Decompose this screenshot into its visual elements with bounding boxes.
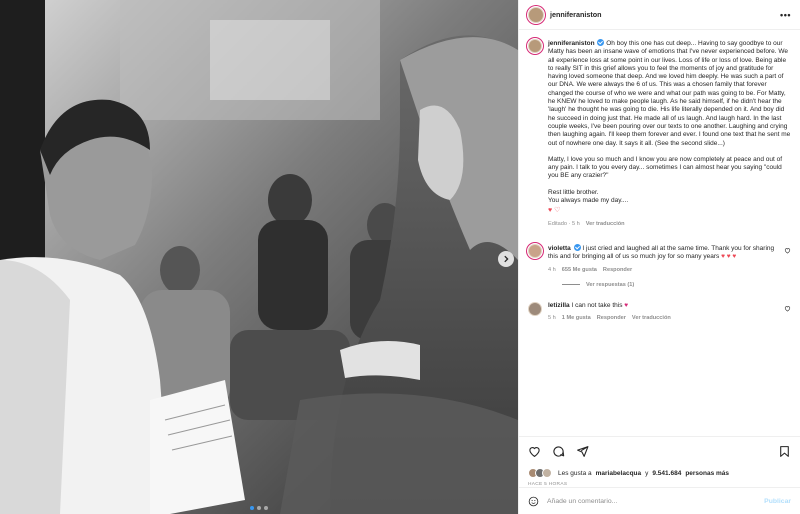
likes-prefix: Les gusta a xyxy=(558,469,592,477)
comment-avatar[interactable] xyxy=(528,301,542,316)
comment-avatar[interactable] xyxy=(528,243,542,258)
slide-dot-active xyxy=(250,506,254,510)
comment-time: 5 h xyxy=(548,315,556,322)
caption-avatar[interactable] xyxy=(528,39,542,53)
more-icon[interactable]: ••• xyxy=(780,10,791,20)
post-header: jenniferaniston ••• xyxy=(519,0,800,30)
comment-text: I just cried and laughed all at the same… xyxy=(548,244,775,261)
liker-username[interactable]: mariabelacqua xyxy=(596,470,642,477)
caption-paragraph-1: Oh boy this one has cut deep... Having t… xyxy=(548,40,791,147)
post-photo[interactable] xyxy=(0,0,518,514)
post-footer: Les gusta a mariabelacqua y 9.541.684 pe… xyxy=(519,436,800,487)
heart-icon[interactable] xyxy=(528,445,541,458)
next-slide-button[interactable] xyxy=(498,251,514,267)
likes-count[interactable]: 9.541.684 xyxy=(652,470,681,477)
caption-hearts: ♥ ♡ xyxy=(548,207,561,215)
comment-meta: 4 h 655 Me gusta Responder xyxy=(548,266,779,274)
comment-emoji: ♥ ♥ ♥ xyxy=(721,253,737,261)
caption-paragraph-2: Matty, I love you so much and I know you… xyxy=(548,155,783,180)
view-replies-label[interactable]: Ver respuestas (1) xyxy=(586,282,634,288)
action-bar xyxy=(528,443,791,459)
comment-likes[interactable]: 655 Me gusta xyxy=(562,266,597,274)
translate-link[interactable]: Ver traducción xyxy=(632,314,671,322)
comment-item: violetta I just cried and laughed all at… xyxy=(528,243,791,274)
reply-button[interactable]: Responder xyxy=(597,314,626,322)
liker-avatar xyxy=(542,468,552,478)
slide-dot xyxy=(264,506,268,510)
replies-line xyxy=(562,284,580,286)
likes-summary: Les gusta a mariabelacqua y 9.541.684 pe… xyxy=(528,468,791,478)
comment-emoji: ♥ xyxy=(624,301,629,309)
publish-button[interactable]: Publicar xyxy=(764,498,791,505)
slide-dot xyxy=(257,506,261,510)
author-username[interactable]: jenniferaniston xyxy=(550,10,780,19)
verified-icon xyxy=(573,243,581,251)
slide-indicator xyxy=(0,506,518,510)
caption-paragraph-3b: You always made my day.... xyxy=(548,197,629,205)
comment-item: letizilla I can not take this ♥ 5 h 1 Me… xyxy=(528,301,791,323)
view-replies[interactable]: Ver respuestas (1) xyxy=(562,282,791,288)
translate-link[interactable]: Ver traducción xyxy=(586,220,625,228)
comments-area[interactable]: jenniferaniston Oh boy this one has cut … xyxy=(519,31,800,436)
next-arrow-icon xyxy=(504,255,509,263)
likes-suffix[interactable]: personas más xyxy=(685,470,729,477)
caption-username[interactable]: jenniferaniston xyxy=(548,40,595,47)
comment-username[interactable]: violetta xyxy=(548,245,571,252)
comment-username[interactable]: letizilla xyxy=(548,302,570,309)
comment-like-heart-icon[interactable] xyxy=(784,305,791,312)
comment-text: I can not take this xyxy=(571,301,623,309)
add-comment-bar: Publicar xyxy=(519,487,800,514)
caption-paragraph-3a: Rest little brother. xyxy=(548,188,599,196)
caption-meta: Editado · 5 h Ver traducción xyxy=(548,220,791,228)
author-avatar[interactable] xyxy=(528,6,544,23)
comment-icon[interactable] xyxy=(552,445,565,458)
liker-avatars xyxy=(528,468,552,478)
bookmark-icon[interactable] xyxy=(778,445,791,458)
comment-time: 4 h xyxy=(548,266,556,273)
comment-like-heart-icon[interactable] xyxy=(784,247,791,254)
emoji-icon[interactable] xyxy=(528,496,539,507)
share-icon[interactable] xyxy=(576,445,589,458)
comment-input[interactable] xyxy=(547,497,757,505)
likes-mid: y xyxy=(645,469,649,477)
verified-icon xyxy=(597,39,605,46)
comment-likes[interactable]: 1 Me gusta xyxy=(562,314,591,322)
edited-time: Editado · 5 h xyxy=(548,220,580,227)
post-panel: jenniferaniston ••• jenniferaniston Oh b… xyxy=(518,0,800,514)
reply-button[interactable]: Responder xyxy=(603,266,632,274)
photo-image xyxy=(0,0,518,514)
comment-meta: 5 h 1 Me gusta Responder Ver traducción xyxy=(548,314,779,322)
post-caption: jenniferaniston Oh boy this one has cut … xyxy=(528,39,791,228)
